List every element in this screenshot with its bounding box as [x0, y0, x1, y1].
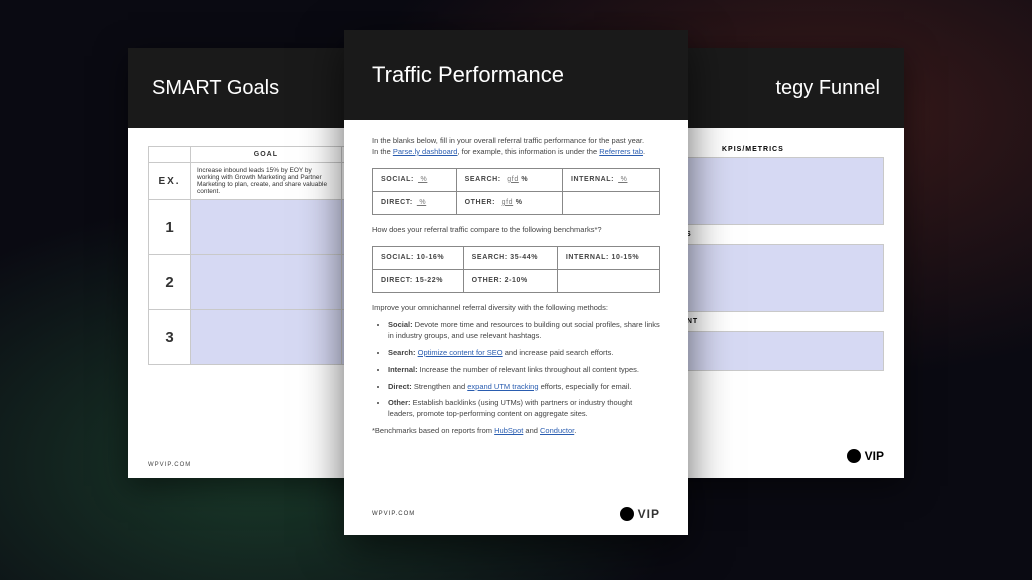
cell-direct: DIRECT: %: [373, 191, 457, 214]
bullet-social: Social: Devote more time and resources t…: [388, 320, 660, 342]
bench-search: SEARCH: 35-44%: [463, 246, 557, 269]
doc-footer-url: WPVIP.COM: [148, 462, 191, 468]
cell-other: OTHER: gfd %: [456, 191, 562, 214]
intro-text: In the blanks below, fill in your overal…: [372, 136, 660, 158]
row-ex-label: EX.: [149, 163, 191, 200]
internal-input[interactable]: %: [618, 176, 627, 183]
cell-social: SOCIAL: %: [373, 168, 457, 191]
search-input[interactable]: gfd: [507, 176, 519, 183]
social-input[interactable]: %: [418, 176, 427, 183]
bench-internal: INTERNAL: 10-15%: [557, 246, 659, 269]
bench-other: OTHER: 2-10%: [463, 270, 557, 293]
benchmark-note: *Benchmarks based on reports from HubSpo…: [372, 426, 660, 437]
doc-footer: VIP: [847, 449, 884, 468]
doc-body: In the blanks below, fill in your overal…: [344, 120, 688, 437]
document-traffic-performance: Traffic Performance In the blanks below,…: [344, 30, 688, 535]
bench-social: SOCIAL: 10-16%: [373, 246, 464, 269]
bullet-search: Search: Optimize content for SEO and inc…: [388, 348, 660, 359]
methods-list: Social: Devote more time and resources t…: [372, 320, 660, 420]
row-2-label: 2: [149, 255, 191, 310]
direct-input[interactable]: %: [417, 199, 426, 206]
ex-goal-text: Increase inbound leads 15% by EOY by wor…: [191, 163, 342, 200]
utm-link[interactable]: expand UTM tracking: [467, 382, 538, 391]
row-3-goal-blank[interactable]: [191, 310, 342, 365]
intro-line-1: In the blanks below, fill in your overal…: [372, 136, 660, 147]
kpis-header: KPIS/METRICS: [722, 146, 884, 153]
improve-text: Improve your omnichannel referral divers…: [372, 303, 660, 314]
row-1-goal-blank[interactable]: [191, 200, 342, 255]
doc-footer: WPVIP.COM VIP: [372, 507, 660, 521]
referrers-tab-link[interactable]: Referrers tab: [599, 147, 643, 156]
cell-search: SEARCH: gfd %: [456, 168, 562, 191]
cell-empty: [562, 191, 659, 214]
row-2-goal-blank[interactable]: [191, 255, 342, 310]
col-goal: GOAL: [191, 147, 342, 163]
wpvip-logo-icon: VIP: [620, 507, 660, 521]
footer-url: WPVIP.COM: [372, 511, 415, 517]
fill-in-table: SOCIAL: % SEARCH: gfd % INTERNAL: % DIRE…: [372, 168, 660, 215]
hubspot-link[interactable]: HubSpot: [494, 426, 523, 435]
wpvip-logo-icon: VIP: [847, 449, 884, 463]
bullet-internal: Internal: Increase the number of relevan…: [388, 365, 660, 376]
benchmark-question: How does your referral traffic compare t…: [372, 225, 660, 236]
row-3-label: 3: [149, 310, 191, 365]
bench-empty: [557, 270, 659, 293]
bullet-other: Other: Establish backlinks (using UTMs) …: [388, 398, 660, 420]
other-input[interactable]: gfd: [502, 199, 514, 206]
conductor-link[interactable]: Conductor: [540, 426, 574, 435]
doc-title: Traffic Performance: [344, 30, 688, 120]
parsely-link[interactable]: Parse.ly dashboard: [393, 147, 458, 156]
row-1-label: 1: [149, 200, 191, 255]
brand-text: VIP: [865, 449, 884, 463]
intro-line-2: In the Parse.ly dashboard, for example, …: [372, 147, 660, 158]
seo-link[interactable]: Optimize content for SEO: [418, 348, 503, 357]
brand-text: VIP: [638, 507, 660, 521]
cell-internal: INTERNAL: %: [562, 168, 659, 191]
benchmark-table: SOCIAL: 10-16% SEARCH: 35-44% INTERNAL: …: [372, 246, 660, 293]
bench-direct: DIRECT: 15-22%: [373, 270, 464, 293]
bullet-direct: Direct: Strengthen and expand UTM tracki…: [388, 382, 660, 393]
